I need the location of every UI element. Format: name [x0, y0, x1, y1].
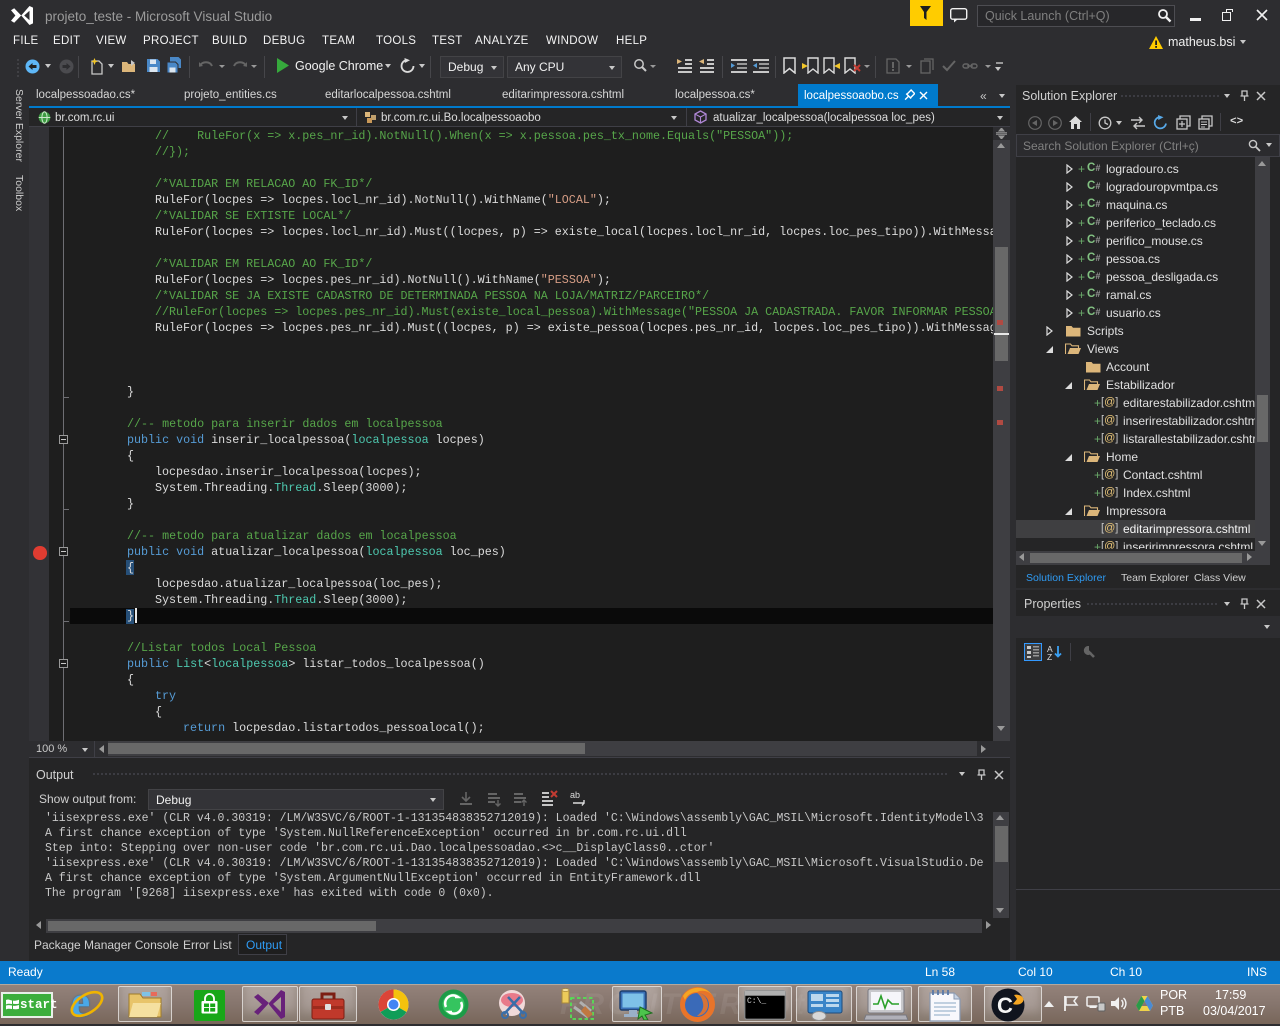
svg-text:Z: Z: [1047, 652, 1052, 660]
svg-text:C: C: [997, 993, 1013, 1018]
svg-text:C:\_: C:\_: [747, 997, 766, 1006]
svg-text:ab: ab: [570, 790, 580, 800]
